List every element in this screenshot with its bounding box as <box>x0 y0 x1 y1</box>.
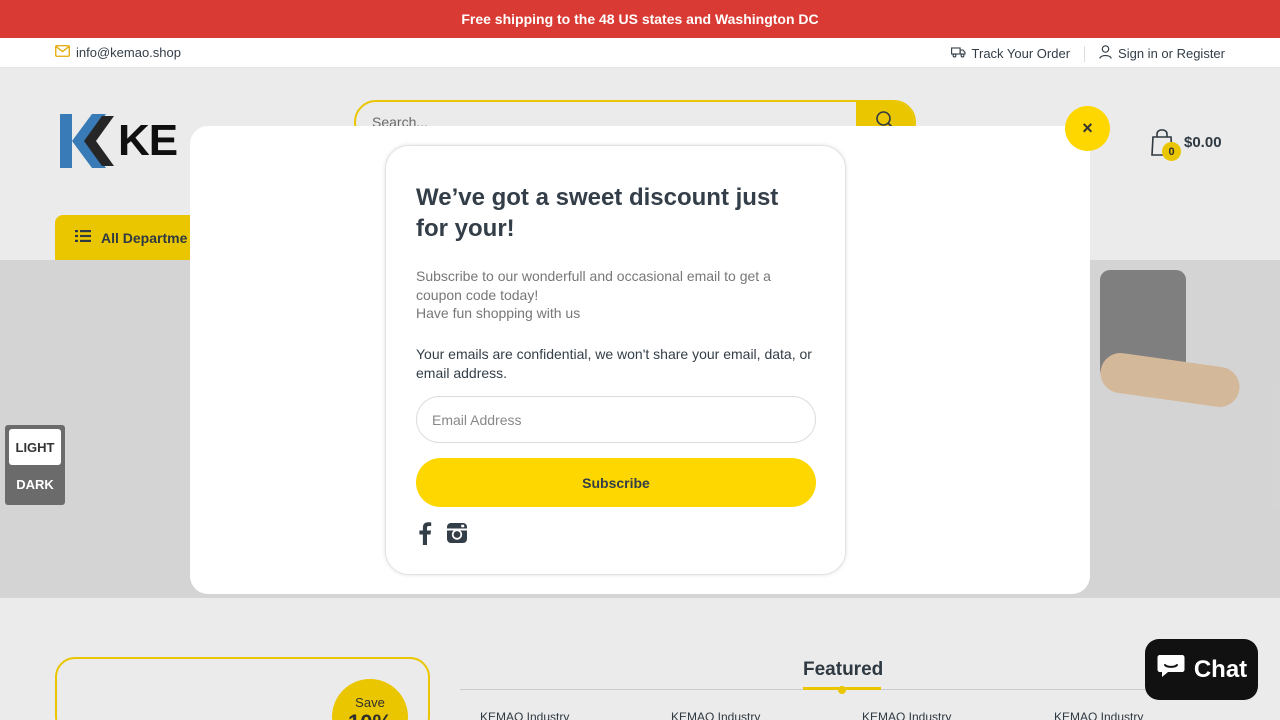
dark-mode-button[interactable]: DARK <box>9 467 61 501</box>
light-mode-button[interactable]: LIGHT <box>9 429 61 465</box>
popup-description: Subscribe to our wonderfull and occasion… <box>416 267 816 323</box>
instagram-icon[interactable] <box>446 522 468 549</box>
sign-in-link[interactable]: Sign in or Register <box>1099 45 1225 62</box>
user-icon <box>1099 45 1112 62</box>
truck-icon <box>950 46 966 61</box>
contact-email-text: info@kemao.shop <box>76 45 181 60</box>
popup-heading: We’ve got a sweet discount just for your… <box>416 184 779 242</box>
top-bar: info@kemao.shop Track Your Order Sign in… <box>0 38 1280 68</box>
close-modal-button[interactable]: × <box>1065 106 1110 151</box>
newsletter-card: We’ve got a sweet discount just for your… <box>385 145 846 575</box>
chat-button[interactable]: Chat <box>1145 639 1258 700</box>
sign-in-label: Sign in or Register <box>1118 46 1225 61</box>
email-field[interactable] <box>416 396 816 443</box>
topbar-divider <box>1084 45 1086 62</box>
popup-description-line: Have fun shopping with us <box>416 305 581 321</box>
popup-description-line: Subscribe to our wonderfull and occasion… <box>416 268 771 303</box>
facebook-icon[interactable] <box>418 521 432 550</box>
close-icon: × <box>1082 118 1093 138</box>
chat-bubble-icon <box>1156 653 1186 686</box>
track-order-link[interactable]: Track Your Order <box>950 46 1071 61</box>
theme-toggle: LIGHT DARK <box>5 425 65 505</box>
mail-icon <box>55 45 70 60</box>
announcement-text: Free shipping to the 48 US states and Wa… <box>461 11 819 27</box>
social-links <box>418 521 468 550</box>
contact-email[interactable]: info@kemao.shop <box>55 45 181 60</box>
track-order-label: Track Your Order <box>971 46 1071 61</box>
privacy-note: Your emails are confidential, we won't s… <box>416 346 812 381</box>
subscribe-button[interactable]: Subscribe <box>416 458 816 507</box>
announcement-bar: Free shipping to the 48 US states and Wa… <box>0 0 1280 38</box>
chat-label: Chat <box>1193 655 1248 683</box>
